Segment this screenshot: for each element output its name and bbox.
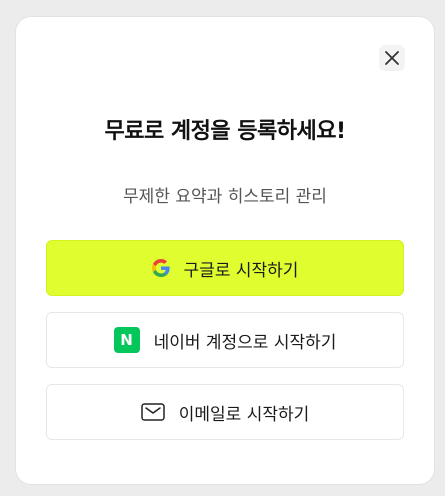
email-login-button[interactable]: 이메일로 시작하기 <box>46 384 404 440</box>
naver-login-button[interactable]: N 네이버 계정으로 시작하기 <box>46 312 404 368</box>
google-login-label: 구글로 시작하기 <box>183 260 299 281</box>
naver-icon: N <box>113 327 140 353</box>
google-login-button[interactable]: 구글로 시작하기 <box>46 240 404 296</box>
mail-icon <box>140 403 165 421</box>
google-icon <box>151 259 170 277</box>
close-button[interactable] <box>379 45 405 71</box>
modal-subtitle: 무제한 요약과 히스토리 관리 <box>123 187 327 207</box>
close-icon <box>385 51 399 65</box>
email-login-label: 이메일로 시작하기 <box>178 404 310 425</box>
modal-title: 무료로 계정을 등록하세요! <box>104 119 347 144</box>
signup-modal: 무료로 계정을 등록하세요! 무제한 요약과 히스토리 관리 구글로 시작하기 … <box>15 16 435 485</box>
naver-login-label: 네이버 계정으로 시작하기 <box>153 332 337 353</box>
